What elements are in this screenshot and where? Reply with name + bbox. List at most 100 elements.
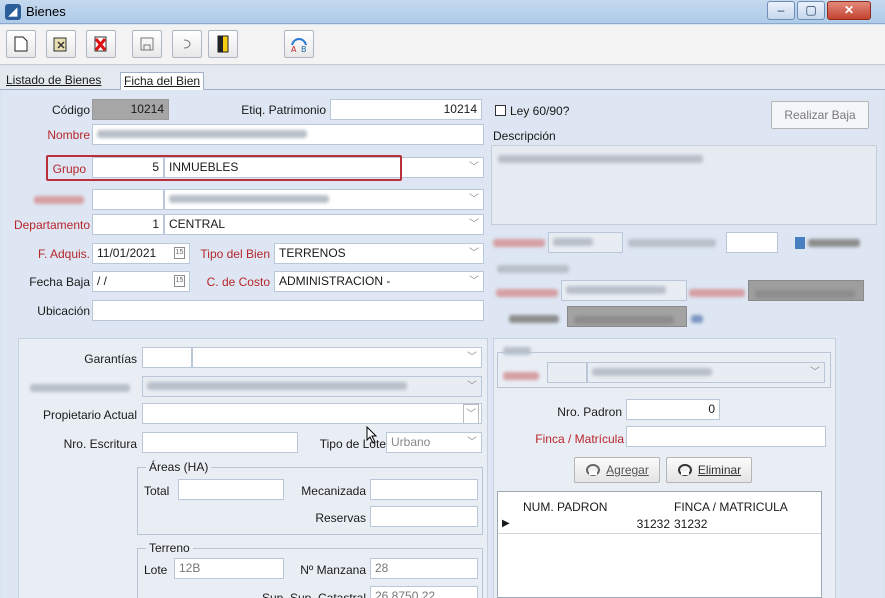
- mecanizada-field[interactable]: [370, 479, 478, 500]
- remove-icon: [677, 464, 692, 476]
- sucursal-select[interactable]: ﹀: [164, 189, 484, 210]
- local-select[interactable]: ﹀: [587, 362, 825, 383]
- save-icon: [140, 37, 154, 51]
- garantias-code-field[interactable]: [142, 347, 192, 368]
- propietario-actual-field[interactable]: ﹀: [142, 403, 482, 424]
- departamento-label: Departamento: [13, 218, 90, 232]
- new-button[interactable]: [6, 30, 36, 58]
- tipo-lote-value: Urbano: [391, 435, 431, 449]
- adquisicion-label: [496, 286, 558, 300]
- save-button[interactable]: [132, 30, 162, 58]
- sup-catastral-label: Sup. Sup. Catastral: [261, 591, 366, 598]
- nombre-field[interactable]: [92, 124, 484, 145]
- fec-aval-field[interactable]: [726, 232, 778, 253]
- manzana-label: Nº Manzana: [300, 563, 366, 577]
- descripcion-textarea[interactable]: [491, 145, 877, 225]
- chevron-down-icon: ﹀: [469, 219, 479, 230]
- calendar-icon[interactable]: 15: [174, 275, 185, 287]
- local-code-field[interactable]: [547, 362, 587, 383]
- mecanizada-label: Mecanizada: [301, 484, 366, 498]
- chevron-down-icon: ﹀: [469, 162, 479, 173]
- padron-grid[interactable]: NUM. PADRON FINCA / MATRICULA ▶ 31232 31…: [497, 491, 822, 598]
- fecha-baja-label: Fecha Baja: [29, 275, 90, 289]
- spellcheck-button[interactable]: AB: [284, 30, 314, 58]
- ley-checkbox[interactable]: [495, 105, 506, 116]
- areas-label: Áreas (HA): [146, 460, 212, 474]
- svg-text:B: B: [301, 45, 307, 53]
- residual-label: [509, 312, 559, 326]
- edit-icon: [53, 37, 67, 52]
- tipo-lote-select[interactable]: Urbano ﹀: [386, 432, 482, 453]
- fecha-baja-field[interactable]: / / 15: [92, 271, 190, 292]
- eliminar-label: Eliminar: [697, 463, 742, 477]
- nro-escritura-field[interactable]: [142, 432, 298, 453]
- undo-button[interactable]: [172, 30, 202, 58]
- fec-aval-label: [628, 236, 716, 250]
- delete-icon: [94, 36, 107, 52]
- history-icon: [795, 237, 805, 249]
- table-row[interactable]: ▶ 31232 31232: [498, 514, 821, 534]
- tab-ficha-label: Ficha del Bien: [124, 74, 201, 88]
- reservas-label: Reservas: [315, 511, 366, 525]
- title-bar: ◢ Bienes – ▢ ✕: [0, 0, 885, 24]
- svg-text:A: A: [291, 45, 297, 53]
- terreno-label: Terreno: [146, 541, 193, 555]
- total-field[interactable]: [178, 479, 284, 500]
- chevron-down-icon: ﹀: [467, 381, 477, 392]
- ubicacion-field[interactable]: [92, 300, 484, 321]
- propietario-actual-label: Propietario Actual: [42, 408, 137, 422]
- maximize-button[interactable]: ▢: [797, 1, 825, 20]
- tab-ficha[interactable]: Ficha del Bien: [120, 72, 205, 91]
- fadquis-field[interactable]: 11/01/2021 15: [92, 243, 190, 264]
- departamento-code-field[interactable]: 1: [92, 214, 164, 235]
- spellcheck-icon: AB: [291, 38, 307, 53]
- realizar-baja-button[interactable]: Realizar Baja: [771, 101, 869, 129]
- tab-listado-label: Listado de Bienes: [6, 73, 102, 87]
- existencia-field[interactable]: [748, 280, 864, 301]
- exit-icon: [217, 35, 229, 53]
- ley-label: Ley 60/90?: [510, 104, 570, 118]
- etiq-field[interactable]: 10214: [330, 99, 482, 120]
- ccosto-label: C. de Costo: [206, 275, 270, 289]
- departamento-select[interactable]: CENTRAL ﹀: [164, 214, 484, 235]
- close-button[interactable]: ✕: [827, 1, 871, 20]
- adquisicion-field[interactable]: [561, 280, 687, 301]
- ccosto-select[interactable]: ADMINISTRACION - ﹀: [274, 271, 484, 292]
- nombre-label: Nombre: [47, 128, 90, 142]
- eliminar-button[interactable]: Eliminar: [666, 457, 752, 483]
- chevron-down-icon: ﹀: [469, 194, 479, 205]
- tipo-lote-label: Tipo de Lote: [319, 437, 386, 451]
- chevron-down-icon: ﹀: [463, 404, 479, 423]
- tab-listado[interactable]: Listado de Bienes: [3, 72, 104, 90]
- manzana-field[interactable]: 28: [370, 558, 478, 579]
- fecha-baja-value: / /: [97, 274, 108, 288]
- calendar-icon[interactable]: 15: [174, 247, 185, 259]
- edit-button[interactable]: [46, 30, 76, 58]
- situacion-label: [493, 236, 545, 250]
- exit-button[interactable]: [208, 30, 238, 58]
- finca-matricula-field[interactable]: [626, 426, 826, 447]
- sup-catastral-field[interactable]: 26.8750.22: [370, 586, 478, 598]
- propietario-anterior-field[interactable]: ﹀: [142, 376, 482, 397]
- reservas-field[interactable]: [370, 506, 478, 527]
- total-label: Total: [144, 484, 170, 498]
- tab-strip: Listado de Bienes Ficha del Bien: [0, 66, 885, 91]
- sucursal-code-field[interactable]: [92, 189, 164, 210]
- garantias-select[interactable]: ﹀: [192, 347, 482, 368]
- lote-field[interactable]: 12B: [174, 558, 284, 579]
- situacion-field[interactable]: [548, 232, 623, 253]
- historial-button[interactable]: [795, 232, 869, 254]
- residual-field[interactable]: [567, 306, 687, 327]
- codigo-field[interactable]: 10214: [92, 99, 169, 120]
- add-icon: [586, 464, 601, 476]
- info-icon[interactable]: [691, 312, 703, 326]
- table-cell-finca: 31232: [674, 517, 708, 531]
- local-label: [503, 369, 539, 383]
- etiq-label: Etiq. Patrimonio: [241, 103, 326, 117]
- agregar-button[interactable]: Agregar: [574, 457, 660, 483]
- tipo-bien-select[interactable]: TERRENOS ﹀: [274, 243, 484, 264]
- delete-button[interactable]: [86, 30, 116, 58]
- nro-padron-field[interactable]: 0: [626, 399, 720, 420]
- fadquis-label: F. Adquis.: [37, 247, 90, 261]
- minimize-button[interactable]: –: [767, 1, 795, 20]
